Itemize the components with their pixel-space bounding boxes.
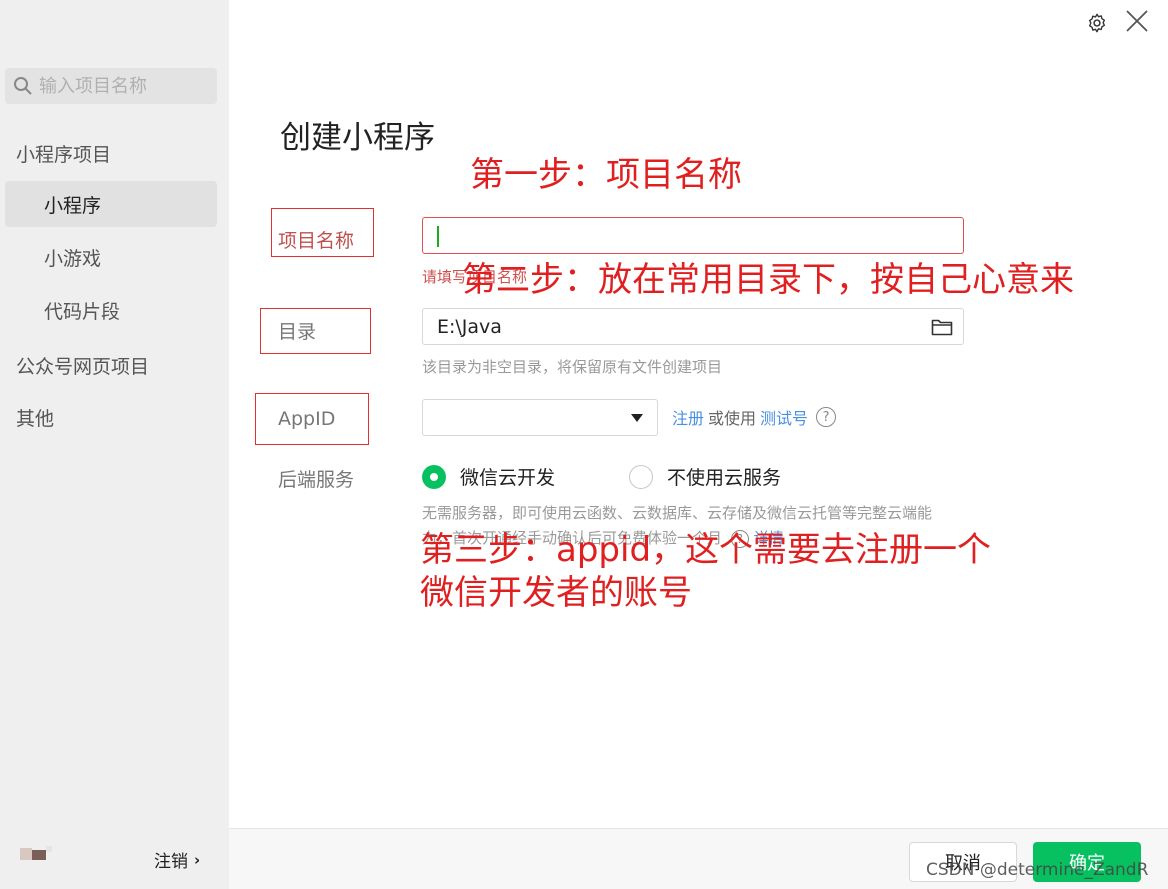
test-account-link[interactable]: 测试号: [760, 405, 808, 429]
radio-no-cloud[interactable]: 不使用云服务: [629, 463, 781, 490]
folder-icon[interactable]: [931, 317, 953, 337]
or-use-text: 或使用: [708, 409, 757, 428]
backend-hint: 无需服务器，即可使用云函数、云数据库、云存储及微信云托管等完整云端能: [422, 504, 933, 522]
project-name-input[interactable]: [422, 217, 964, 254]
annotation-step2: 第二步：放在常用目录下，按自己心意来: [462, 260, 1074, 300]
search-input[interactable]: [39, 75, 209, 97]
nav-group-other[interactable]: 其他: [16, 404, 54, 431]
text-caret: [437, 226, 439, 247]
annotation-box-dir: [260, 308, 371, 354]
annotation-box-name: [271, 208, 374, 257]
close-icon[interactable]: [1125, 9, 1149, 33]
annotation-step1: 第一步：项目名称: [470, 155, 742, 195]
avatar[interactable]: [12, 844, 52, 868]
annotation-step3-line2: 微信开发者的账号: [420, 573, 692, 613]
logout-button[interactable]: 注销 ›: [154, 847, 201, 873]
radio-unchecked-icon[interactable]: [629, 464, 653, 489]
chevron-right-icon: ›: [194, 850, 201, 869]
sidebar-item-miniprogram[interactable]: 小程序: [5, 181, 217, 227]
backend-service-label: 后端服务: [278, 469, 355, 491]
search-icon: [14, 77, 32, 95]
appid-select[interactable]: [422, 399, 658, 436]
logout-label: 注销: [154, 852, 188, 872]
directory-input[interactable]: E:\Java: [422, 308, 964, 345]
annotation-box-appid: [255, 393, 369, 445]
nav-group-official-account[interactable]: 公众号网页项目: [16, 352, 149, 379]
watermark: CSDN @determine_ZandR: [926, 860, 1149, 880]
register-link[interactable]: 注册: [672, 405, 704, 429]
user-bar: 注销 ›: [0, 838, 229, 878]
page-title: 创建小程序: [280, 120, 435, 156]
sidebar: 小程序项目 小程序 小游戏 代码片段 公众号网页项目 其他 注销 ›: [0, 0, 229, 889]
directory-value: E:\Java: [437, 315, 502, 338]
annotation-step3-line1: 第三步：appid，这个需要去注册一个: [420, 530, 992, 570]
help-icon[interactable]: ?: [816, 407, 837, 427]
sidebar-item-minigame[interactable]: 小游戏: [5, 234, 217, 280]
sidebar-item-code-snippet[interactable]: 代码片段: [5, 287, 217, 333]
project-search[interactable]: [5, 68, 217, 104]
dropdown-arrow-icon: [631, 414, 643, 422]
radio-checked-icon[interactable]: [422, 464, 446, 489]
radio-cloud-dev[interactable]: 微信云开发: [422, 463, 555, 490]
directory-hint: 该目录为非空目录，将保留原有文件创建项目: [422, 358, 723, 376]
appid-links: 注册 或使用 测试号 ?: [672, 405, 837, 429]
radio-no-cloud-label: 不使用云服务: [667, 467, 782, 489]
radio-cloud-dev-label: 微信云开发: [460, 467, 556, 489]
gear-icon[interactable]: [1086, 12, 1108, 34]
nav-group-miniprogram-projects[interactable]: 小程序项目: [16, 140, 111, 167]
